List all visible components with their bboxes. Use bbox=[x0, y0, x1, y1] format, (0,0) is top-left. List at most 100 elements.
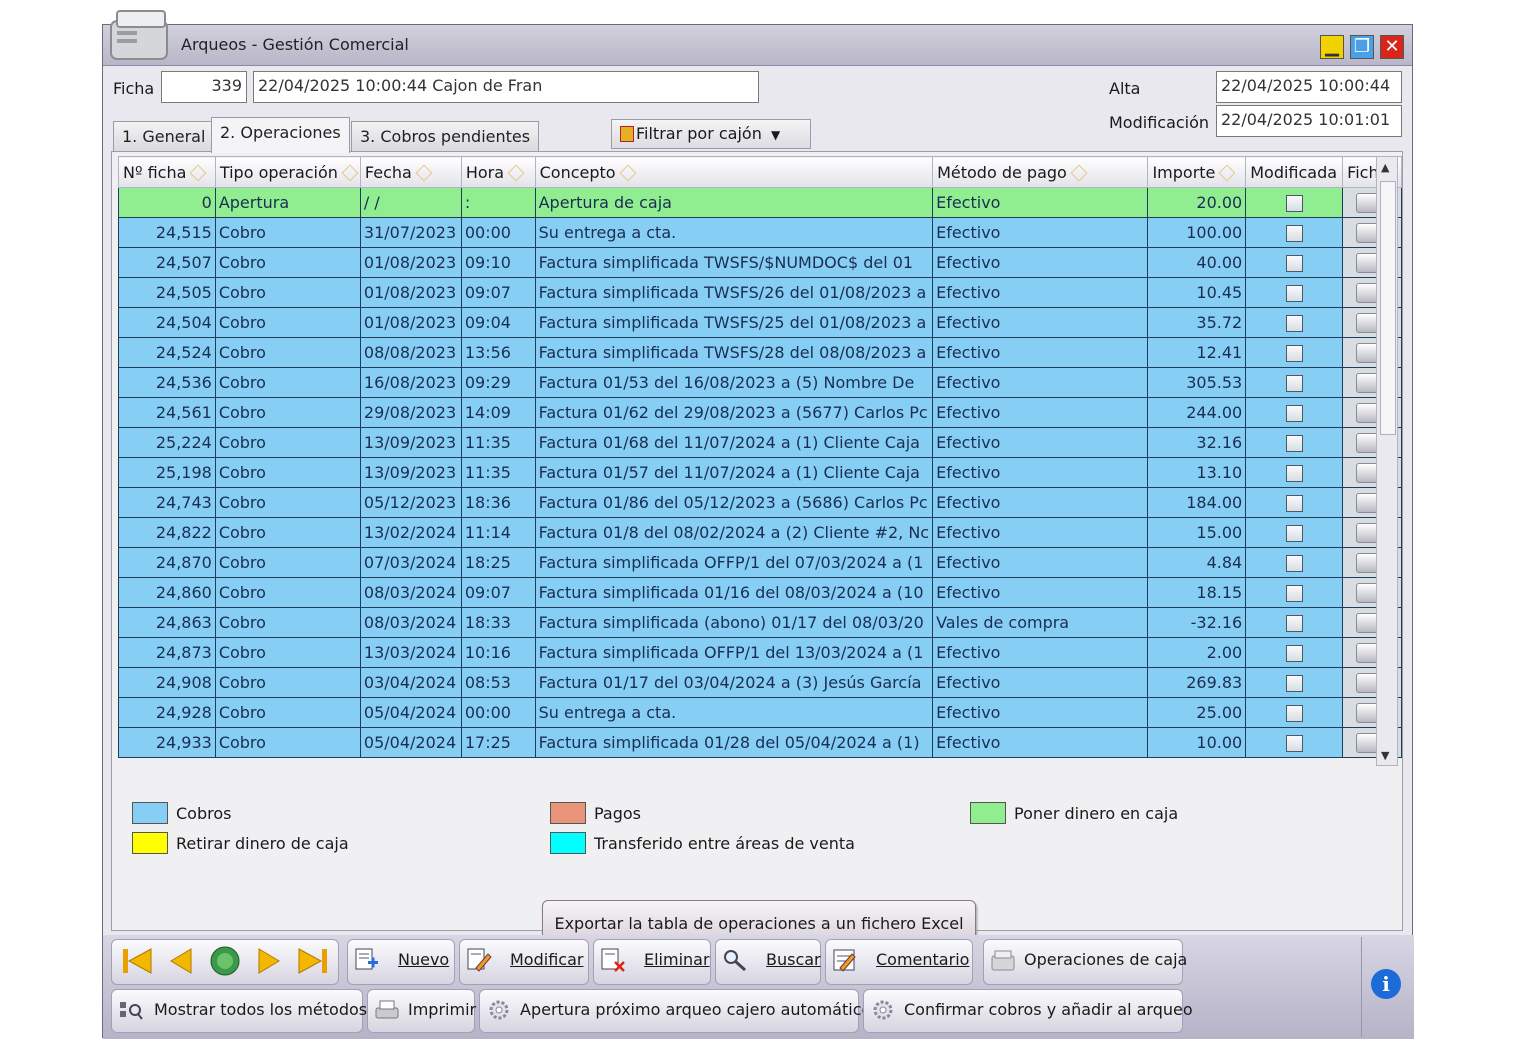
table-row[interactable]: 24,908 Cobro 03/04/2024 08:53 Factura 01/17 … bbox=[118, 667, 1402, 698]
col-header-fecha[interactable]: Fecha bbox=[359, 156, 462, 188]
cell-modificada bbox=[1245, 607, 1344, 638]
modified-checkbox[interactable] bbox=[1285, 285, 1303, 302]
vertical-scrollbar[interactable]: ▲ ▼ bbox=[1376, 156, 1398, 766]
modified-checkbox[interactable] bbox=[1285, 615, 1303, 632]
imprimir-button[interactable]: Imprimir bbox=[367, 989, 476, 1033]
table-row[interactable]: 24,863 Cobro 08/03/2024 18:33 Factura simpli… bbox=[118, 607, 1402, 638]
col-header-metodo[interactable]: Método de pago bbox=[932, 156, 1149, 188]
cell-modificada bbox=[1245, 217, 1344, 248]
col-header-modificada[interactable]: Modificada bbox=[1245, 156, 1344, 188]
tab-general[interactable]: 1. General bbox=[113, 121, 215, 153]
eliminar-button[interactable]: Eliminar bbox=[593, 939, 711, 985]
table-row[interactable]: 24,870 Cobro 07/03/2024 18:25 Factura simpli… bbox=[118, 547, 1402, 578]
next-record-icon[interactable] bbox=[249, 941, 289, 981]
modified-checkbox[interactable] bbox=[1285, 405, 1303, 422]
cell-tipo: Cobro bbox=[214, 607, 361, 638]
comentario-button[interactable]: Comentario bbox=[825, 939, 973, 985]
cell-nficha: 24,524 bbox=[118, 337, 216, 368]
modified-checkbox[interactable] bbox=[1285, 345, 1303, 362]
scroll-down-icon[interactable]: ▼ bbox=[1381, 749, 1389, 762]
col-header-tipo[interactable]: Tipo operación bbox=[214, 156, 361, 188]
modified-checkbox[interactable] bbox=[1285, 225, 1303, 242]
close-icon: ✕ bbox=[1384, 36, 1400, 57]
table-row[interactable]: 24,933 Cobro 05/04/2024 17:25 Factura simpli… bbox=[118, 727, 1402, 758]
table-row[interactable]: 24,873 Cobro 13/03/2024 10:16 Factura simpli… bbox=[118, 637, 1402, 668]
tab-cobros-pendientes[interactable]: 3. Cobros pendientes bbox=[351, 121, 540, 153]
table-row[interactable]: 24,524 Cobro 08/08/2023 13:56 Factura simpli… bbox=[118, 337, 1402, 368]
modified-checkbox[interactable] bbox=[1285, 555, 1303, 572]
scroll-up-icon[interactable]: ▲ bbox=[1381, 161, 1389, 174]
table-row[interactable]: 24,561 Cobro 29/08/2023 14:09 Factura 01/62 … bbox=[118, 397, 1402, 428]
cell-nficha: 24,515 bbox=[118, 217, 216, 248]
modified-checkbox[interactable] bbox=[1285, 495, 1303, 512]
modified-checkbox[interactable] bbox=[1285, 465, 1303, 482]
scrollbar-thumb[interactable] bbox=[1380, 181, 1396, 435]
cell-tipo: Cobro bbox=[214, 487, 361, 518]
filter-by-drawer-button[interactable]: Filtrar por cajón ▼ bbox=[611, 119, 811, 149]
cell-importe: 4.84 bbox=[1147, 547, 1247, 578]
col-header-nficha[interactable]: Nº ficha bbox=[118, 156, 216, 188]
table-row[interactable]: 24,504 Cobro 01/08/2023 09:04 Factura simpli… bbox=[118, 307, 1402, 338]
last-record-icon[interactable] bbox=[293, 941, 333, 981]
cell-nficha: 25,198 bbox=[118, 457, 216, 488]
modificar-button[interactable]: Modificar bbox=[459, 939, 589, 985]
modified-checkbox[interactable] bbox=[1285, 375, 1303, 392]
modified-checkbox[interactable] bbox=[1285, 195, 1303, 212]
refresh-globe-icon[interactable] bbox=[205, 941, 245, 981]
modified-checkbox[interactable] bbox=[1285, 255, 1303, 272]
operaciones-caja-button[interactable]: Operaciones de caja bbox=[983, 939, 1187, 985]
minimize-button[interactable]: ▁ bbox=[1320, 35, 1344, 59]
col-header-hora[interactable]: Hora bbox=[460, 156, 536, 188]
table-row[interactable]: 24,743 Cobro 05/12/2023 18:36 Factura 01/86 … bbox=[118, 487, 1402, 518]
ficha-description-field[interactable]: 22/04/2025 10:00:44 Cajon de Fran bbox=[253, 71, 759, 103]
col-header-importe[interactable]: Importe bbox=[1147, 156, 1247, 188]
cell-concepto: Factura 01/17 del 03/04/2024 a (3) Jesús… bbox=[534, 667, 934, 698]
confirmar-cobros-button[interactable]: Confirmar cobros y añadir al arqueo bbox=[863, 989, 1193, 1033]
cell-hora: 18:33 bbox=[460, 607, 536, 638]
modified-checkbox[interactable] bbox=[1285, 735, 1303, 752]
legend-transferido: Transferido entre áreas de venta bbox=[594, 834, 855, 853]
cell-fecha: 08/08/2023 bbox=[359, 337, 462, 368]
modified-checkbox[interactable] bbox=[1285, 675, 1303, 692]
arqueos-window: Arqueos - Gestión Comercial ▁ ❐ ✕ Ficha … bbox=[102, 10, 1414, 1039]
cell-modificada bbox=[1245, 277, 1344, 308]
table-row[interactable]: 24,822 Cobro 13/02/2024 11:14 Factura 01/8 d… bbox=[118, 517, 1402, 548]
table-row[interactable]: 24,505 Cobro 01/08/2023 09:07 Factura simpli… bbox=[118, 277, 1402, 308]
table-row[interactable]: 25,224 Cobro 13/09/2023 11:35 Factura 01/68 … bbox=[118, 427, 1402, 458]
cell-nficha: 24,873 bbox=[118, 637, 216, 668]
modified-checkbox[interactable] bbox=[1285, 525, 1303, 542]
comentario-label: Comentario bbox=[876, 950, 970, 969]
table-row[interactable]: 25,198 Cobro 13/09/2023 11:35 Factura 01/57 … bbox=[118, 457, 1402, 488]
apertura-proximo-arqueo-button[interactable]: Apertura próximo arqueo cajero automátic… bbox=[479, 989, 871, 1033]
sort-icon bbox=[1070, 164, 1088, 182]
sort-icon bbox=[507, 164, 525, 182]
modified-checkbox[interactable] bbox=[1285, 585, 1303, 602]
modified-checkbox[interactable] bbox=[1285, 705, 1303, 722]
ficha-label: Ficha bbox=[113, 79, 155, 98]
modified-checkbox[interactable] bbox=[1285, 435, 1303, 452]
table-row[interactable]: 24,536 Cobro 16/08/2023 09:29 Factura 01/53 … bbox=[118, 367, 1402, 398]
cell-concepto: Factura 01/62 del 29/08/2023 a (5677) Ca… bbox=[534, 397, 934, 428]
toolbar-separator bbox=[1361, 937, 1362, 1037]
previous-record-icon[interactable] bbox=[161, 941, 201, 981]
info-icon[interactable]: i bbox=[1371, 969, 1401, 999]
table-row[interactable]: 24,515 Cobro 31/07/2023 00:00 Su entrega a c… bbox=[118, 217, 1402, 248]
cell-importe: 184.00 bbox=[1147, 487, 1247, 518]
buscar-button[interactable]: Buscar bbox=[715, 939, 821, 985]
tab-operaciones[interactable]: 2. Operaciones bbox=[211, 117, 350, 153]
nuevo-button[interactable]: Nuevo bbox=[347, 939, 455, 985]
maximize-button[interactable]: ❐ bbox=[1350, 35, 1374, 59]
ficha-number-field[interactable]: 339 bbox=[161, 71, 247, 103]
table-row[interactable]: 0 Apertura / /: Apertura de caja Efectivo 20… bbox=[118, 187, 1402, 218]
table-row[interactable]: 24,860 Cobro 08/03/2024 09:07 Factura simpli… bbox=[118, 577, 1402, 608]
table-row[interactable]: 24,928 Cobro 05/04/2024 00:00 Su entrega a c… bbox=[118, 697, 1402, 728]
col-header-concepto[interactable]: Concepto bbox=[534, 156, 934, 188]
modified-checkbox[interactable] bbox=[1285, 315, 1303, 332]
title-bar[interactable]: Arqueos - Gestión Comercial ▁ ❐ ✕ bbox=[103, 10, 1412, 66]
legend-swatch-pagos bbox=[550, 802, 586, 824]
close-button[interactable]: ✕ bbox=[1380, 35, 1404, 59]
modified-checkbox[interactable] bbox=[1285, 645, 1303, 662]
first-record-icon[interactable] bbox=[117, 941, 157, 981]
table-row[interactable]: 24,507 Cobro 01/08/2023 09:10 Factura simpli… bbox=[118, 247, 1402, 278]
mostrar-metodos-button[interactable]: Mostrar todos los métodos bbox=[111, 989, 367, 1033]
